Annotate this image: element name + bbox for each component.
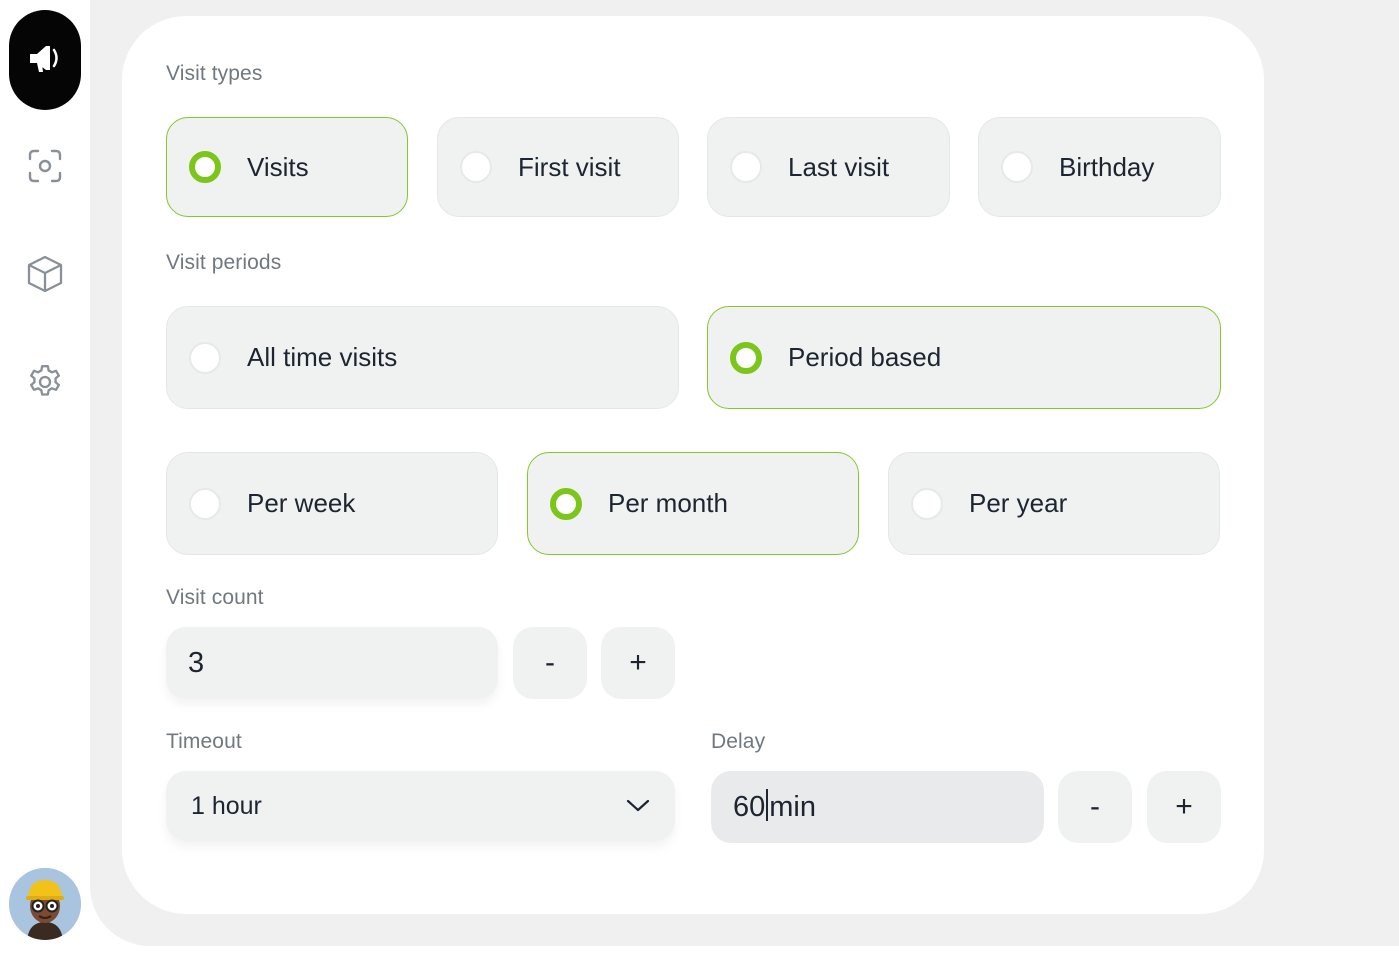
visit-count-input[interactable]: 3 bbox=[166, 627, 498, 699]
delay-unit: min bbox=[769, 791, 816, 823]
delay-decrement-button[interactable]: - bbox=[1058, 771, 1132, 843]
megaphone-icon bbox=[26, 39, 64, 82]
visit-count-value: 3 bbox=[188, 647, 205, 679]
delay-label: Delay bbox=[711, 730, 766, 753]
visit-periods-label: Visit periods bbox=[166, 251, 282, 274]
radio-selected bbox=[550, 487, 582, 520]
radio bbox=[189, 487, 221, 520]
box-icon bbox=[25, 254, 65, 299]
option-period-based[interactable]: Period based bbox=[707, 306, 1221, 409]
timeout-value: 1 hour bbox=[191, 792, 262, 820]
delay-value: 60 bbox=[733, 791, 766, 823]
nav-item-scan[interactable] bbox=[22, 145, 68, 191]
option-label: Birthday bbox=[1059, 151, 1155, 182]
timeout-label: Timeout bbox=[166, 730, 242, 753]
nav-item-campaigns[interactable] bbox=[9, 10, 81, 110]
option-visits[interactable]: Visits bbox=[166, 117, 408, 217]
gear-icon bbox=[25, 362, 65, 407]
visit-count-increment-button[interactable]: + bbox=[601, 627, 675, 699]
visit-count-label: Visit count bbox=[166, 586, 264, 609]
option-label: First visit bbox=[518, 151, 621, 182]
radio bbox=[189, 341, 221, 374]
delay-value-text: 60 min bbox=[733, 771, 816, 843]
option-label: Per week bbox=[247, 488, 356, 518]
option-birthday[interactable]: Birthday bbox=[978, 117, 1221, 217]
option-first-visit[interactable]: First visit bbox=[437, 117, 679, 217]
option-per-month[interactable]: Per month bbox=[527, 452, 859, 555]
radio-selected bbox=[730, 341, 762, 374]
option-label: Per month bbox=[608, 488, 728, 518]
timeout-select[interactable]: 1 hour bbox=[166, 771, 675, 841]
user-avatar-icon bbox=[9, 868, 81, 940]
visit-types-label: Visit types bbox=[166, 62, 263, 85]
option-per-week[interactable]: Per week bbox=[166, 452, 498, 555]
nav-item-products[interactable] bbox=[22, 253, 68, 299]
option-label: All time visits bbox=[247, 342, 398, 372]
option-label: Per year bbox=[969, 488, 1068, 518]
chevron-down-icon bbox=[625, 795, 651, 820]
option-last-visit[interactable]: Last visit bbox=[707, 117, 950, 217]
option-label: Visits bbox=[247, 151, 309, 182]
visit-count-decrement-button[interactable]: - bbox=[513, 627, 587, 699]
option-label: Last visit bbox=[788, 151, 890, 182]
radio bbox=[730, 151, 762, 183]
scan-icon bbox=[26, 147, 64, 190]
text-caret bbox=[766, 789, 769, 821]
delay-input[interactable]: 60 min bbox=[711, 771, 1044, 843]
sidebar bbox=[0, 0, 90, 976]
option-label: Period based bbox=[788, 342, 942, 372]
option-per-year[interactable]: Per year bbox=[888, 452, 1220, 555]
radio-selected bbox=[189, 151, 221, 183]
delay-increment-button[interactable]: + bbox=[1147, 771, 1221, 843]
avatar[interactable] bbox=[9, 868, 81, 940]
radio bbox=[911, 487, 943, 520]
radio bbox=[1001, 151, 1033, 183]
nav-item-settings[interactable] bbox=[22, 361, 68, 407]
option-all-time-visits[interactable]: All time visits bbox=[166, 306, 679, 409]
radio bbox=[460, 151, 492, 183]
